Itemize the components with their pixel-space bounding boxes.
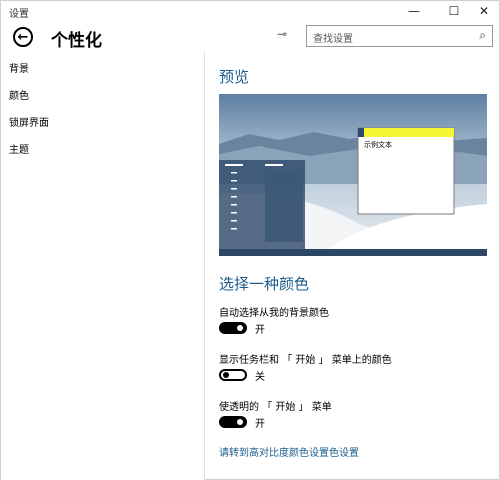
color-heading: 选择一种颜色 — [219, 275, 310, 293]
auto-color-label: 自动选择从我的背景颜色 — [219, 308, 329, 319]
auto-color-state: 开 — [255, 324, 265, 336]
minimize-button[interactable]: — — [397, 1, 431, 21]
window-title: 设置 — [9, 9, 29, 20]
settings-window: 设置 — ☐ ✕ ← 个性化 ⊸ 查找设置 ⌕ 背景 颜色 锁屏界面 主题 预览 — [0, 0, 500, 480]
close-button[interactable]: ✕ — [467, 1, 500, 21]
auto-color-toggle-row: 开 — [219, 321, 265, 336]
back-arrow-icon: ← — [17, 29, 29, 45]
search-icon[interactable]: ⌕ — [479, 28, 486, 43]
maximize-button[interactable]: ☐ — [437, 1, 471, 21]
preview-desktop-image — [219, 94, 487, 256]
taskbar-color-toggle-row: 关 — [219, 368, 265, 383]
sidebar-item-themes[interactable]: 主题 — [9, 141, 29, 156]
back-button[interactable]: ← — [13, 27, 33, 47]
auto-color-toggle[interactable] — [219, 322, 247, 334]
sidebar-item-lock-screen[interactable]: 锁屏界面 — [9, 114, 49, 129]
sidebar-item-colors[interactable]: 颜色 — [9, 87, 29, 102]
page-title: 个性化 — [51, 31, 102, 51]
page-header: ← 个性化 ⊸ 查找设置 ⌕ — [1, 21, 499, 51]
sidebar: 背景 颜色 锁屏界面 主题 — [1, 51, 205, 480]
taskbar-color-label: 显示任务栏和 「 开始 」 菜单上的颜色 — [219, 355, 392, 366]
transparent-start-label: 使透明的 「 开始 」 菜单 — [219, 402, 332, 413]
taskbar-color-toggle[interactable] — [219, 369, 247, 381]
transparent-start-state: 开 — [255, 418, 265, 430]
sidebar-item-background[interactable]: 背景 — [9, 60, 29, 75]
pin-icon[interactable]: ⊸ — [277, 27, 287, 41]
main-content: 预览 示例文本 选择一种颜色 自动选择从我的背景颜色 开 显示任务栏和 「 开始… — [205, 51, 499, 480]
high-contrast-link[interactable]: 请转到高对比度颜色设置色设置 — [219, 444, 359, 459]
sample-text: 示例文本 — [364, 141, 392, 149]
theme-preview: 示例文本 — [219, 94, 487, 256]
preview-heading: 预览 — [219, 68, 250, 86]
transparent-start-toggle[interactable] — [219, 416, 247, 428]
transparent-start-toggle-row: 开 — [219, 415, 265, 430]
search-placeholder: 查找设置 — [313, 34, 353, 45]
title-bar: 设置 — ☐ ✕ — [1, 1, 499, 21]
search-input[interactable]: 查找设置 ⌕ — [306, 25, 493, 47]
taskbar-color-state: 关 — [255, 371, 265, 383]
